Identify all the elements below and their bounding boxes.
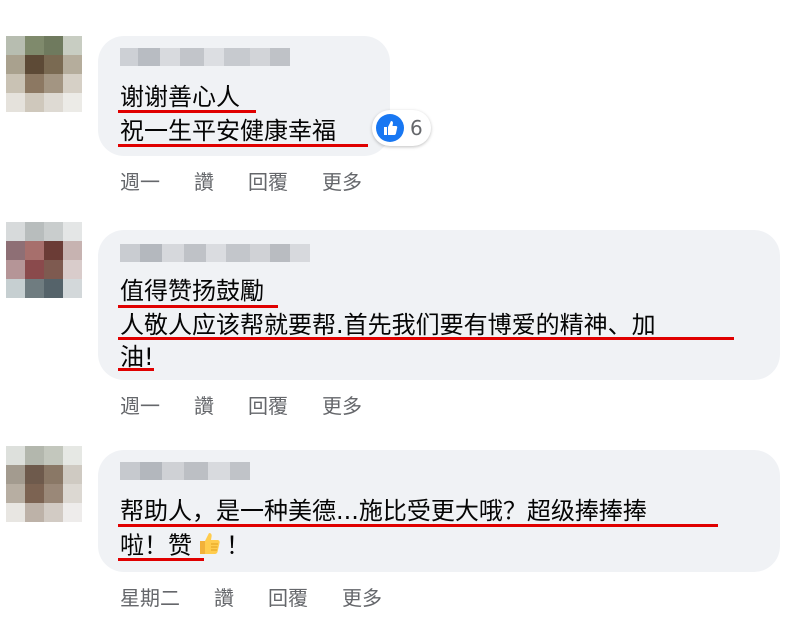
red-underline [118,524,718,527]
timestamp[interactable]: 週一 [120,390,160,419]
comment-text-line: 祝一生平安健康幸福 [120,117,336,145]
avatar[interactable] [6,446,82,522]
comment-text-line: 谢谢善心人 [120,83,240,111]
timestamp[interactable]: 星期二 [120,582,180,611]
more-button[interactable]: 更多 [322,390,362,419]
red-underline [118,558,204,561]
comment-text-line: 人敬人应该帮就要帮.首先我们要有博爱的精神、加 [120,311,656,339]
like-icon [376,114,404,142]
comment-actions: 週一 讚 回覆 更多 [120,390,396,419]
commenter-name-blurred[interactable] [120,244,310,262]
comment-text-segment: 啦！赞 [120,531,192,560]
reaction-count: 6 [410,116,423,140]
reply-button[interactable]: 回覆 [248,166,288,195]
red-underline [118,144,368,147]
reply-button[interactable]: 回覆 [268,582,308,611]
more-button[interactable]: 更多 [342,582,382,611]
red-underline [118,110,256,113]
comment-text-line: 值得赞扬鼓勵 [120,277,264,305]
comment-text-segment: ！ [226,531,250,560]
commenter-name-blurred[interactable] [120,48,290,66]
reply-button[interactable]: 回覆 [248,390,288,419]
like-button[interactable]: 讚 [214,582,234,611]
reaction-summary[interactable]: 6 [372,110,431,146]
commenter-name-blurred[interactable] [120,462,250,480]
like-button[interactable]: 讚 [194,390,214,419]
red-underline [118,368,154,371]
comment-actions: 星期二 讚 回覆 更多 [120,582,416,611]
comment-actions: 週一 讚 回覆 更多 [120,166,396,195]
comment-text-line: 帮助人，是一种美德...施比受更大哦？超级捧捧捧 [120,497,647,525]
avatar[interactable] [6,222,82,298]
avatar[interactable] [6,36,82,112]
more-button[interactable]: 更多 [322,166,362,195]
red-underline [118,305,278,308]
like-button[interactable]: 讚 [194,166,214,195]
timestamp[interactable]: 週一 [120,166,160,195]
red-underline [118,337,734,340]
